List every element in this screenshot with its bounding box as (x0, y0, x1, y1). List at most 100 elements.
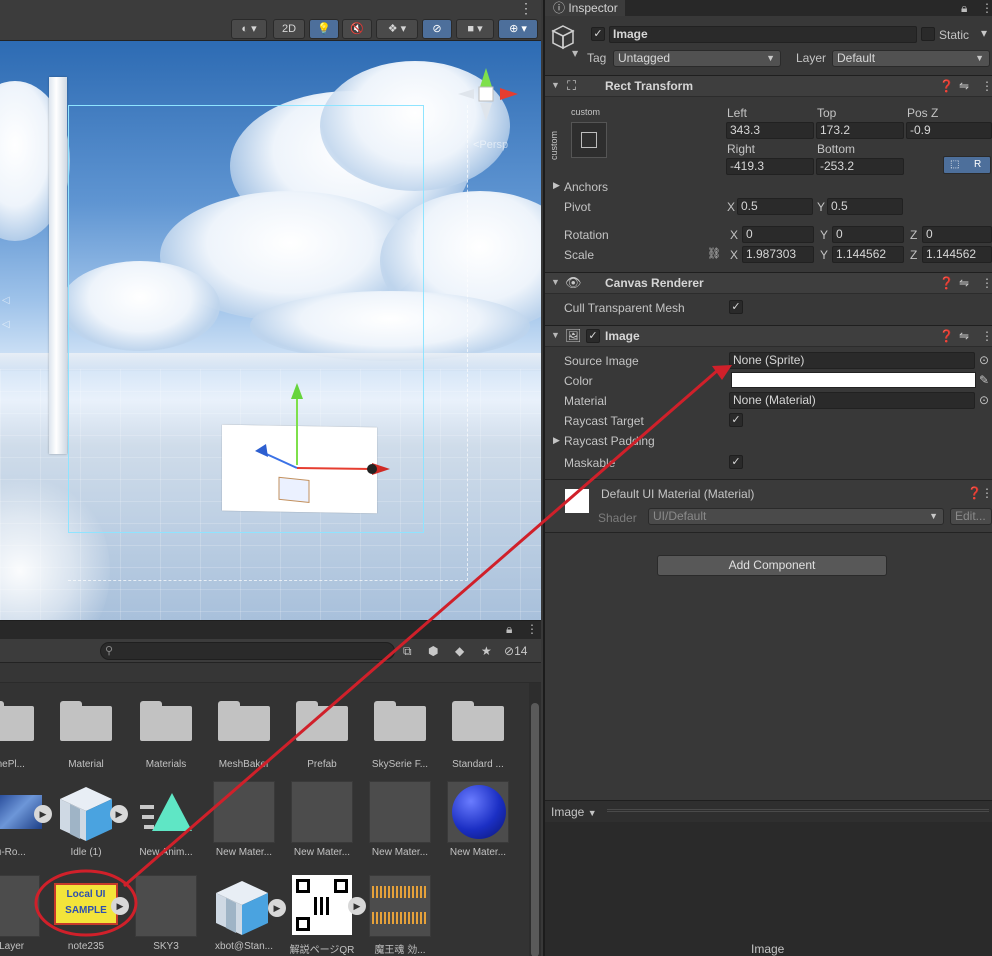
asset-material[interactable]: New Mater... (362, 781, 438, 861)
scene-viewport[interactable]: <Persp ◁ ◁ (0, 41, 541, 620)
color-swatch[interactable] (731, 372, 976, 388)
asset-item[interactable]: SKY3 (128, 875, 204, 955)
rect-transform-header[interactable]: ▼ ⛶ Rect Transform ❓ ⇋ ⋮ (545, 75, 992, 97)
canvas-renderer-header[interactable]: ▼ 👁︎ Canvas Renderer ❓ ⇋ ⋮ (545, 272, 992, 294)
tag-dropdown[interactable]: Untagged ▼ (613, 50, 781, 67)
right-field[interactable]: -419.3 (726, 158, 814, 175)
static-dropdown-icon[interactable]: ▾ (981, 26, 987, 40)
project-search-input[interactable]: ⚲ (100, 642, 395, 660)
layer-dropdown[interactable]: Default ▼ (832, 50, 990, 67)
top-field[interactable]: 173.2 (816, 122, 904, 139)
preview-dropdown[interactable]: Image ▼ (551, 805, 597, 819)
asset-folder[interactable]: Prefab (284, 691, 360, 771)
gizmos-dropdown-icon[interactable]: ⊕ ▾ (498, 19, 538, 39)
scene-more-menu-icon[interactable]: ⋮ (519, 0, 533, 17)
asset-material[interactable]: New Mater... (284, 781, 360, 861)
left-field[interactable]: 343.3 (726, 122, 814, 139)
shading-mode-dropdown[interactable]: ◐ ▾ (231, 19, 267, 39)
posz-field[interactable]: -0.9 (906, 122, 992, 139)
object-picker-icon[interactable]: ⊙ (979, 353, 989, 367)
orientation-neg-y-icon[interactable] (480, 103, 492, 121)
project-scrollbar[interactable] (529, 683, 541, 956)
component-menu-icon[interactable]: ⋮ (981, 329, 992, 343)
raycast-target-checkbox[interactable]: ✓ (729, 413, 743, 427)
effects-dropdown-icon[interactable]: ❖ ▾ (376, 19, 418, 39)
asset-folder[interactable]: onePl... (0, 691, 46, 771)
hidden-objects-toggle-icon[interactable]: ⊘ (422, 19, 452, 39)
hidden-packages-toggle[interactable]: ⊘14 (504, 642, 527, 660)
panel-menu-icon[interactable]: ⋮ (981, 1, 992, 15)
asset-folder[interactable]: SkySerie F... (362, 691, 438, 771)
anchors-label[interactable]: Anchors (564, 180, 608, 194)
scale-z-field[interactable]: 1.144562 (922, 246, 992, 263)
orientation-x-icon[interactable] (500, 88, 518, 100)
asset-material[interactable]: New Mater... (440, 781, 516, 861)
raycast-padding-label[interactable]: Raycast Padding (564, 434, 655, 448)
expand-arrow-icon[interactable]: ▶ (110, 805, 128, 823)
asset-animation[interactable]: New Anim... (128, 781, 204, 861)
component-menu-icon[interactable]: ⋮ (981, 79, 992, 93)
image-component-header[interactable]: ▼ 🖼︎ ✓ Image ❓ ⇋ ⋮ (545, 325, 992, 347)
rotation-y-field[interactable]: 0 (832, 226, 904, 243)
blueprint-raw-buttons[interactable]: ⬚ R (943, 156, 991, 174)
image-enabled-checkbox[interactable]: ✓ (586, 329, 600, 343)
scale-x-field[interactable]: 1.987303 (742, 246, 814, 263)
object-picker-icon[interactable]: ⊙ (979, 393, 989, 407)
asset-model[interactable]: ▶ xbot@Stan... (206, 875, 286, 955)
foldout-arrow-icon[interactable]: ▼ (551, 330, 560, 340)
help-icon[interactable]: ❓ (939, 276, 954, 290)
orientation-neg-x-icon[interactable] (458, 89, 474, 99)
raw-edit-button[interactable]: R (974, 157, 981, 173)
active-checkbox[interactable]: ✓ (591, 27, 605, 41)
asset-image[interactable]: ▶ nu-Ro... (0, 781, 52, 861)
scene-view[interactable]: ⋮ ◐ ▾ 2D 💡 🔇 ❖ ▾ ⊘ ■ ▾ ⊕ ▾ <Persp ◁ ◁ (0, 0, 541, 620)
preview-resize-handle[interactable] (607, 809, 989, 812)
asset-model[interactable]: ▶ Idle (1) (48, 781, 128, 861)
material-field[interactable]: None (Material) (729, 392, 975, 409)
audio-toggle-icon[interactable]: 🔇 (342, 19, 372, 39)
asset-qr-image[interactable]: ▶ 解説ページQR (284, 875, 366, 956)
object-name-field[interactable]: Image (609, 26, 917, 43)
foldout-arrow-icon[interactable]: ▼ (551, 277, 560, 287)
constrain-proportions-icon[interactable]: ⛓ (707, 247, 721, 260)
anchor-presets-button[interactable] (571, 122, 607, 158)
asset-folder[interactable]: Materials (128, 691, 204, 771)
label-tag-icon[interactable]: ◆ (455, 642, 464, 660)
maskable-checkbox[interactable]: ✓ (729, 455, 743, 469)
asset-item[interactable]: wLayer (0, 875, 46, 955)
tab-inspector[interactable]: ⓘ Inspector (545, 0, 625, 16)
scroll-thumb[interactable] (531, 703, 539, 956)
foldout-arrow-icon[interactable]: ▶ (553, 180, 560, 191)
foldout-arrow-icon[interactable]: ▶ (553, 435, 560, 446)
asset-audio[interactable]: 魔王魂 効... (362, 875, 438, 956)
asset-material[interactable]: New Mater... (206, 781, 282, 861)
static-checkbox[interactable] (921, 27, 935, 41)
component-menu-icon[interactable]: ⋮ (981, 276, 992, 290)
add-component-button[interactable]: Add Component (657, 555, 887, 576)
help-icon[interactable]: ❓ (967, 486, 982, 500)
x-axis-handle[interactable] (296, 467, 373, 470)
scale-y-field[interactable]: 1.144562 (832, 246, 904, 263)
toggle-2d-button[interactable]: 2D (273, 19, 305, 39)
pivot-y-field[interactable]: 0.5 (827, 198, 903, 215)
favorites-star-icon[interactable]: ★ (481, 642, 492, 660)
lighting-toggle-icon[interactable]: 💡 (309, 19, 339, 39)
pivot-x-field[interactable]: 0.5 (737, 198, 813, 215)
camera-settings-icon[interactable]: ■ ▾ (456, 19, 494, 39)
eyedropper-icon[interactable]: ✎ (979, 373, 989, 387)
cull-transparent-mesh-checkbox[interactable]: ✓ (729, 300, 743, 314)
component-menu-icon[interactable]: ⋮ (981, 486, 992, 500)
lock-icon[interactable]: 🔒︎ (506, 622, 512, 637)
rotation-x-field[interactable]: 0 (742, 226, 814, 243)
search-by-label-icon[interactable]: ⬢ (428, 642, 438, 660)
plane-handle[interactable] (278, 476, 310, 504)
foldout-arrow-icon[interactable]: ▼ (551, 80, 560, 90)
panel-menu-icon[interactable]: ⋮ (526, 622, 538, 636)
orientation-y-icon[interactable] (480, 68, 492, 87)
search-by-type-icon[interactable]: ⧉ (403, 642, 412, 660)
y-axis-arrow-icon[interactable] (291, 383, 303, 399)
asset-folder[interactable]: MeshBaker (206, 691, 282, 771)
expand-arrow-icon[interactable]: ▶ (111, 897, 129, 915)
presets-icon[interactable]: ⇋ (959, 276, 969, 290)
presets-icon[interactable]: ⇋ (959, 329, 969, 343)
